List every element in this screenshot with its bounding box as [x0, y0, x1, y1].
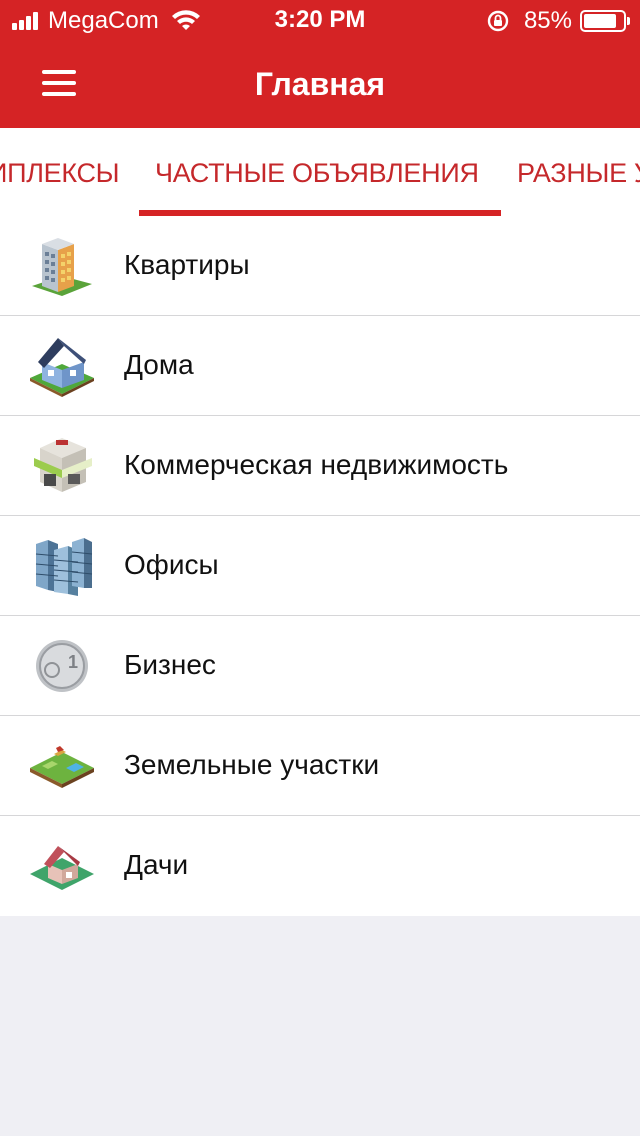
list-item-commercial[interactable]: Коммерческая недвижимость — [0, 416, 640, 516]
status-right: 85% — [486, 7, 630, 34]
list-item-label: Дачи — [124, 849, 189, 880]
tab-misc[interactable]: РАЗНЫЕ УС — [517, 158, 640, 189]
wifi-icon — [171, 10, 200, 30]
category-list: Квартиры Дома Коммерческая недвижимость — [0, 216, 640, 916]
signal-bars-icon — [12, 12, 40, 30]
office-towers-icon — [35, 538, 93, 596]
house-icon — [30, 338, 94, 397]
battery-icon — [580, 10, 630, 32]
cottage-icon — [30, 846, 94, 890]
coin-icon: 1 — [36, 640, 88, 692]
list-item-offices[interactable]: Офисы — [0, 516, 640, 616]
list-item-label: Офисы — [124, 549, 219, 580]
list-item-label: Дома — [124, 349, 194, 380]
orientation-lock-icon — [487, 10, 509, 32]
page-title: Главная — [254, 66, 386, 102]
tab-bar: ИПЛЕКСЫ ЧАСТНЫЕ ОБЪЯВЛЕНИЯ РАЗНЫЕ УС — [0, 128, 640, 216]
tab-complexes[interactable]: ИПЛЕКСЫ — [0, 158, 120, 189]
storefront-icon — [34, 438, 92, 492]
tab-private-ads[interactable]: ЧАСТНЫЕ ОБЪЯВЛЕНИЯ — [155, 158, 479, 189]
hamburger-menu-icon[interactable] — [42, 70, 76, 96]
status-bar: MegaCom 3:20 PM 85% — [0, 0, 640, 40]
apartment-building-icon — [32, 238, 92, 296]
battery-percent: 85% — [523, 7, 572, 34]
list-item-dachas[interactable]: Дачи — [0, 816, 640, 916]
list-item-apartments[interactable]: Квартиры — [0, 216, 640, 316]
list-item-land[interactable]: Земельные участки — [0, 716, 640, 816]
list-item-label: Бизнес — [124, 649, 216, 680]
battery-fill — [584, 14, 616, 28]
list-item-houses[interactable]: Дома — [0, 316, 640, 416]
svg-text:1: 1 — [68, 652, 78, 672]
carrier-name: MegaCom — [48, 7, 159, 34]
list-item-business[interactable]: 1 Бизнес — [0, 616, 640, 716]
nav-bar: Главная — [0, 40, 640, 128]
status-left: MegaCom — [12, 7, 201, 34]
list-item-label: Земельные участки — [124, 749, 380, 780]
list-item-label: Квартиры — [124, 249, 250, 280]
land-plot-icon — [30, 746, 94, 788]
list-item-label: Коммерческая недвижимость — [124, 449, 509, 480]
